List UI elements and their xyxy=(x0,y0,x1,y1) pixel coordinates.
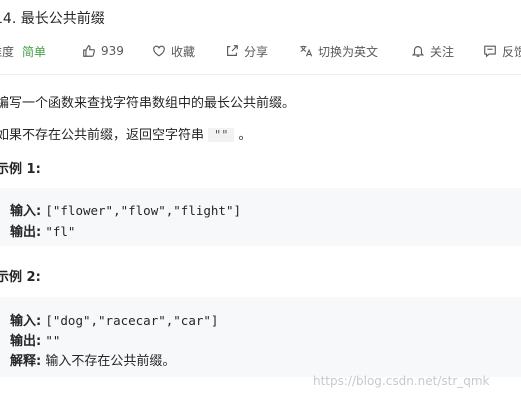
like-count: 939 xyxy=(101,44,124,58)
difficulty-label: 难度 xyxy=(0,44,15,59)
example-2-output: 输出: "" xyxy=(10,330,60,349)
follow-button[interactable]: 关注 xyxy=(411,42,454,60)
share-button[interactable]: 分享 xyxy=(225,42,268,60)
example-2-explanation: 解释: 输入不存在公共前缀。 xyxy=(10,350,175,369)
example-1-heading: 示例 1: xyxy=(0,162,41,177)
description-line-2-suffix: 。 xyxy=(238,128,252,143)
explain-value: 输入不存在公共前缀。 xyxy=(45,354,176,369)
explain-label: 解释: xyxy=(10,354,42,369)
bell-icon xyxy=(411,44,425,58)
feedback-label: 反馈 xyxy=(502,44,521,59)
example-2-box: 输入: ["dog","racecar","car"] 输出: "" 解释: 输… xyxy=(0,297,521,377)
input-value: ["flower","flow","flight"] xyxy=(45,203,242,218)
translate-label: 切换为英文 xyxy=(318,44,379,59)
like-button[interactable]: 939 xyxy=(82,42,124,60)
share-icon xyxy=(225,44,239,58)
difficulty-value: 简单 xyxy=(22,44,47,59)
example-2-heading: 示例 2: xyxy=(0,270,41,285)
problem-title: 14. 最长公共前缀 xyxy=(0,11,105,27)
toolbar-divider xyxy=(0,74,521,75)
description-line-1: 编写一个函数来查找字符串数组中的最长公共前缀。 xyxy=(0,96,296,111)
feedback-icon xyxy=(483,44,497,58)
output-value: "fl" xyxy=(45,224,76,239)
share-label: 分享 xyxy=(244,44,269,59)
favorite-label: 收藏 xyxy=(171,44,196,59)
favorite-button[interactable]: 收藏 xyxy=(152,42,195,60)
input-label: 输入: xyxy=(10,314,42,329)
output-label: 输出: xyxy=(10,225,42,240)
description-line-2: 如果不存在公共前缀，返回空字符串 ""。 xyxy=(0,124,251,143)
empty-string-code: "" xyxy=(208,128,235,142)
heart-icon xyxy=(152,44,166,58)
example-2-input: 输入: ["dog","racecar","car"] xyxy=(10,310,218,329)
feedback-button[interactable]: 反馈 xyxy=(483,42,521,60)
example-1-output: 输出: "fl" xyxy=(10,221,75,240)
example-1-input: 输入: ["flower","flow","flight"] xyxy=(10,200,241,219)
thumbs-up-icon xyxy=(82,44,96,58)
translate-icon xyxy=(299,44,313,58)
output-label: 输出: xyxy=(10,334,42,349)
follow-label: 关注 xyxy=(430,44,455,59)
example-1-box: 输入: ["flower","flow","flight"] 输出: "fl" xyxy=(0,188,521,246)
input-label: 输入: xyxy=(10,204,42,219)
watermark: https://blog.csdn.net/str_qmk xyxy=(313,374,490,388)
difficulty: 难度 简单 xyxy=(0,42,46,60)
input-value: ["dog","racecar","car"] xyxy=(45,313,219,328)
problem-toolbar: 难度 简单 939 收藏 分享 xyxy=(0,42,521,62)
output-value: "" xyxy=(45,333,61,348)
translate-button[interactable]: 切换为英文 xyxy=(299,42,378,60)
description-line-2-text: 如果不存在公共前缀，返回空字符串 xyxy=(0,128,205,143)
